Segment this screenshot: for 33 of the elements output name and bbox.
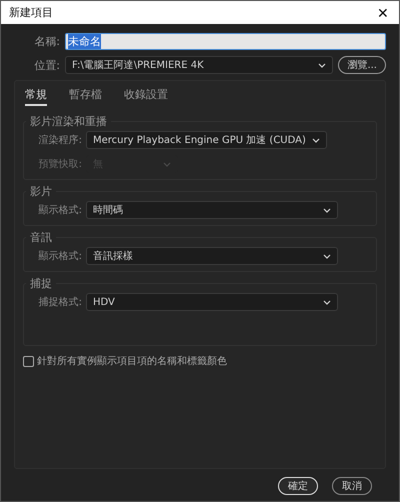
- browse-button[interactable]: 瀏覽...: [338, 56, 386, 74]
- name-field[interactable]: 未命名: [65, 33, 386, 50]
- field-label: 顯示格式:: [38, 250, 82, 263]
- field-label: 位置:: [33, 58, 60, 72]
- group-title: 影片渲染和重播: [29, 114, 108, 129]
- field-label: 捕捉格式:: [38, 296, 82, 309]
- cancel-button[interactable]: 取消: [332, 477, 372, 495]
- chevron-down-icon: [323, 254, 331, 258]
- field-label: 顯示格式:: [38, 204, 82, 217]
- group-title: 捕捉: [29, 276, 53, 291]
- tab[interactable]: 常規: [25, 85, 47, 106]
- dropdown[interactable]: 音訊採樣: [86, 247, 338, 265]
- chevron-down-icon: [312, 138, 320, 142]
- field-label: 預覽快取:: [38, 158, 82, 171]
- checkbox[interactable]: [23, 356, 34, 366]
- chevron-down-icon: [323, 300, 331, 304]
- field-label: 渲染程序:: [38, 134, 82, 147]
- dropdown[interactable]: Mercury Playback Engine GPU 加速 (CUDA): [86, 131, 327, 149]
- group-title: 音訊: [29, 230, 53, 245]
- checkbox-label: 針對所有實例顯示項目項的名稱和標籤顏色: [37, 354, 227, 368]
- group-title: 影片: [29, 184, 53, 199]
- chevron-down-icon: [323, 208, 331, 212]
- dropdown[interactable]: 時間碼: [86, 201, 338, 219]
- tab[interactable]: 暫存檔: [69, 85, 102, 106]
- chevron-down-icon: [318, 62, 326, 68]
- dropdown[interactable]: HDV: [86, 293, 338, 311]
- location-dropdown[interactable]: F:\電腦王阿達\PREMIERE 4K: [65, 56, 334, 74]
- ok-button[interactable]: 確定: [278, 477, 318, 495]
- tab[interactable]: 收錄設置: [124, 85, 168, 106]
- window-title: 新建項目: [9, 5, 53, 20]
- field-label: 名稱:: [33, 34, 60, 49]
- close-button[interactable]: ✕: [375, 4, 391, 20]
- chevron-down-icon: [163, 162, 171, 166]
